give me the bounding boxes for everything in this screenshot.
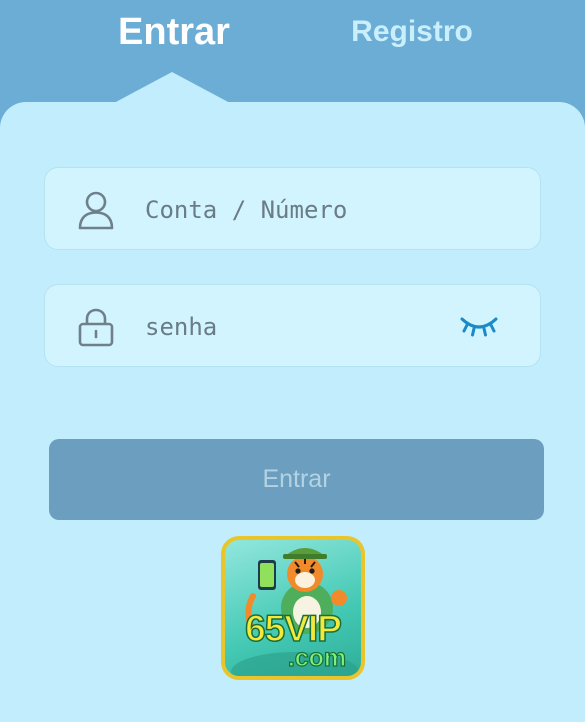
password-field[interactable]	[44, 284, 541, 368]
password-input[interactable]	[145, 285, 445, 368]
user-icon	[78, 191, 114, 230]
tab-register[interactable]: Registro	[322, 6, 502, 58]
account-field[interactable]	[44, 167, 541, 251]
auth-tabs: Entrar Registro	[0, 0, 585, 100]
tab-login[interactable]: Entrar	[84, 6, 264, 58]
eye-closed-icon[interactable]	[459, 313, 499, 339]
account-input[interactable]	[145, 168, 445, 251]
logo-domain-text: .com	[287, 643, 347, 672]
active-tab-indicator	[114, 72, 230, 103]
lock-icon	[78, 308, 114, 347]
brand-logo: 65VIP .com	[221, 536, 365, 680]
login-button[interactable]: Entrar	[49, 439, 544, 520]
